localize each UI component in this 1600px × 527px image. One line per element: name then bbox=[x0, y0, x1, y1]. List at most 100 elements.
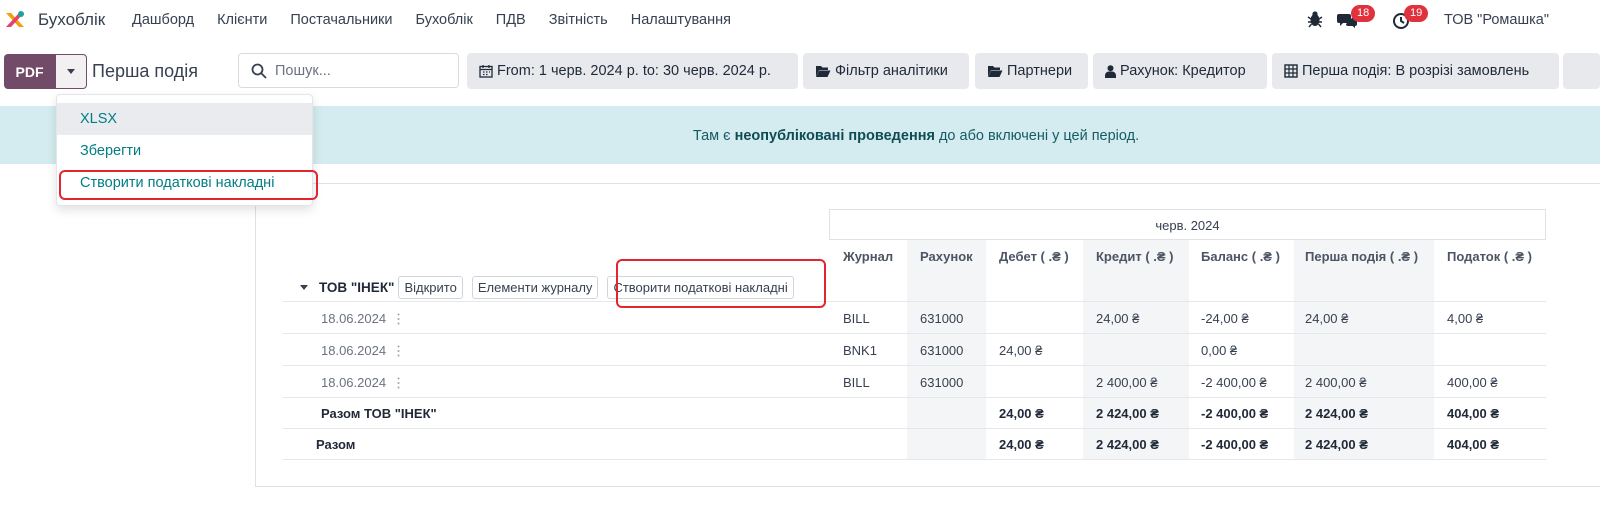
folder-open-icon bbox=[816, 65, 831, 77]
date-filter-label: From: 1 черв. 2024 р. to: 30 черв. 2024 … bbox=[497, 63, 771, 79]
row-credit: 2 400,00 ₴ bbox=[1096, 375, 1158, 390]
partners-filter-label: Партнери bbox=[1007, 63, 1073, 79]
app-logo-icon[interactable] bbox=[4, 9, 26, 31]
row-options-icon[interactable] bbox=[397, 377, 400, 389]
row-account: 631000 bbox=[920, 375, 964, 390]
alert-prefix: Там є bbox=[692, 128, 735, 144]
row-divider bbox=[283, 301, 1546, 302]
row-divider bbox=[283, 333, 1546, 334]
menu-item-vendors[interactable]: Постачальники bbox=[290, 12, 392, 28]
row-journal: BILL bbox=[843, 311, 870, 326]
date-filter-button[interactable]: From: 1 черв. 2024 р. to: 30 черв. 2024 … bbox=[467, 53, 798, 89]
row-tax: 4,00 ₴ bbox=[1447, 311, 1484, 326]
search-box bbox=[238, 53, 459, 88]
bug-icon[interactable] bbox=[1307, 10, 1323, 28]
dropdown-item-create-tax-invoices[interactable]: Створити податкові накладні bbox=[57, 167, 312, 199]
analytic-filter-button[interactable]: Фільтр аналітики bbox=[803, 53, 969, 89]
column-debit[interactable]: Дебет ( .₴ ) bbox=[999, 249, 1069, 264]
pdf-button[interactable]: PDF bbox=[4, 54, 55, 89]
menu-item-dashboard[interactable]: Дашборд bbox=[132, 12, 194, 28]
partner-name[interactable]: ТОВ "ІНЕК" bbox=[319, 280, 394, 295]
row-first-event: 2 400,00 ₴ bbox=[1305, 375, 1367, 390]
row-debit: 24,00 ₴ bbox=[999, 343, 1043, 358]
row-account: 631000 bbox=[920, 311, 964, 326]
row-balance: 0,00 ₴ bbox=[1201, 343, 1238, 358]
row-divider bbox=[283, 397, 1546, 398]
search-icon bbox=[251, 63, 267, 79]
caret-down-icon bbox=[67, 69, 75, 74]
row-date[interactable]: 18.06.2024 bbox=[321, 375, 386, 390]
column-balance[interactable]: Баланс ( .₴ ) bbox=[1201, 249, 1280, 264]
partners-filter-button[interactable]: Партнери bbox=[975, 53, 1088, 89]
row-credit: 24,00 ₴ bbox=[1096, 311, 1140, 326]
partner-total-first-event: 2 424,00 ₴ bbox=[1305, 406, 1368, 421]
account-filter-button[interactable]: Рахунок: Кредитор bbox=[1093, 53, 1267, 89]
create-tax-invoices-button[interactable]: Створити податкові накладні bbox=[607, 275, 794, 299]
column-account[interactable]: Рахунок bbox=[920, 249, 973, 264]
menu-item-vat[interactable]: ПДВ bbox=[496, 12, 526, 28]
analytic-filter-label: Фільтр аналітики bbox=[835, 63, 948, 79]
partner-group-row[interactable]: ТОВ "ІНЕК" Відкрито Елементи журналу Ств… bbox=[300, 274, 803, 300]
alert-suffix: до або включені у цей період. bbox=[934, 128, 1140, 144]
activities-count-badge: 19 bbox=[1404, 5, 1429, 22]
row-date[interactable]: 18.06.2024 bbox=[321, 311, 386, 326]
journal-items-button[interactable]: Елементи журналу bbox=[471, 275, 599, 299]
unposted-entries-link[interactable]: неопубліковані проведення bbox=[735, 128, 935, 144]
dropdown-item-xlsx[interactable]: XLSX bbox=[57, 103, 312, 135]
grand-total-credit: 2 424,00 ₴ bbox=[1096, 437, 1159, 452]
app-name[interactable]: Бухоблік bbox=[38, 10, 105, 30]
calendar-icon bbox=[479, 65, 493, 78]
first-event-column-bg bbox=[1294, 240, 1434, 460]
grand-total-label: Разом bbox=[316, 437, 356, 452]
folder-open-icon bbox=[988, 65, 1003, 77]
column-tax[interactable]: Податок ( .₴ ) bbox=[1447, 249, 1532, 264]
row-options-icon[interactable] bbox=[397, 345, 400, 357]
row-divider bbox=[283, 459, 1546, 460]
export-dropdown-menu: XLSX Зберегти Створити податкові накладн… bbox=[56, 94, 313, 206]
grand-total-tax: 404,00 ₴ bbox=[1447, 437, 1500, 452]
row-balance: -24,00 ₴ bbox=[1201, 311, 1249, 326]
menu-item-accounting[interactable]: Бухоблік bbox=[416, 12, 473, 28]
partner-total-label: Разом ТОВ "ІНЕК" bbox=[321, 406, 437, 421]
column-first-event[interactable]: Перша подія ( .₴ ) bbox=[1305, 249, 1418, 264]
table-icon bbox=[1284, 64, 1298, 78]
row-divider bbox=[283, 428, 1546, 429]
dropdown-item-save[interactable]: Зберегти bbox=[57, 135, 312, 167]
collapse-caret-icon[interactable] bbox=[300, 284, 308, 290]
partner-total-tax: 404,00 ₴ bbox=[1447, 406, 1500, 421]
search-input[interactable] bbox=[275, 61, 445, 81]
report-title: Перша подія bbox=[92, 61, 199, 81]
partner-total-credit: 2 424,00 ₴ bbox=[1096, 406, 1159, 421]
row-options-icon[interactable] bbox=[397, 313, 400, 325]
row-date[interactable]: 18.06.2024 bbox=[321, 343, 386, 358]
column-journal[interactable]: Журнал bbox=[843, 249, 893, 264]
row-tax: 400,00 ₴ bbox=[1447, 375, 1498, 390]
partner-total-balance: -2 400,00 ₴ bbox=[1201, 406, 1269, 421]
grouping-filter-button[interactable]: Перша подія: В розрізі замовлень bbox=[1272, 53, 1559, 89]
menu-item-reporting[interactable]: Звітність bbox=[549, 12, 608, 28]
export-dropdown-toggle[interactable] bbox=[55, 54, 87, 89]
more-filters-button[interactable] bbox=[1563, 53, 1600, 89]
grand-total-first-event: 2 424,00 ₴ bbox=[1305, 437, 1368, 452]
top-navbar: Бухоблік Дашборд Клієнти Постачальники Б… bbox=[0, 0, 1600, 40]
column-credit[interactable]: Кредит ( .₴ ) bbox=[1096, 249, 1174, 264]
row-journal: BILL bbox=[843, 375, 870, 390]
messages-count-badge: 18 bbox=[1351, 5, 1376, 22]
credit-column-bg bbox=[1083, 240, 1189, 460]
company-switcher[interactable]: ТОВ "Ромашка" bbox=[1444, 12, 1549, 28]
menu-item-settings[interactable]: Налаштування bbox=[631, 12, 731, 28]
account-filter-label: Рахунок: Кредитор bbox=[1120, 63, 1246, 79]
grand-total-debit: 24,00 ₴ bbox=[999, 437, 1044, 452]
main-menu: Дашборд Клієнти Постачальники Бухоблік П… bbox=[132, 12, 754, 28]
open-button[interactable]: Відкрито bbox=[398, 275, 463, 299]
row-first-event: 24,00 ₴ bbox=[1305, 311, 1349, 326]
user-icon bbox=[1105, 64, 1116, 78]
period-header: черв. 2024 bbox=[829, 209, 1546, 240]
row-balance: -2 400,00 ₴ bbox=[1201, 375, 1267, 390]
row-divider bbox=[283, 365, 1546, 366]
row-account: 631000 bbox=[920, 343, 964, 358]
partner-total-debit: 24,00 ₴ bbox=[999, 406, 1044, 421]
grouping-filter-label: Перша подія: В розрізі замовлень bbox=[1302, 63, 1530, 79]
menu-item-customers[interactable]: Клієнти bbox=[217, 12, 267, 28]
grand-total-balance: -2 400,00 ₴ bbox=[1201, 437, 1269, 452]
